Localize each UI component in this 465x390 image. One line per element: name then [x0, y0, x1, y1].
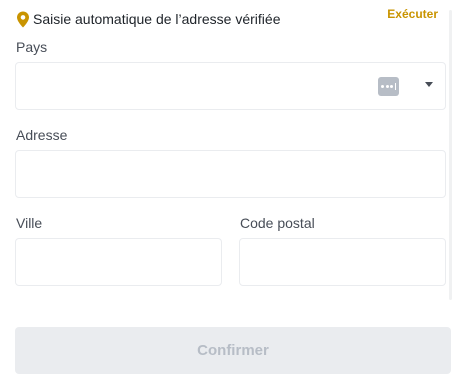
- autofill-notice: Saisie automatique de l’adresse vérifiée…: [16, 7, 440, 30]
- scrollbar[interactable]: [449, 10, 452, 300]
- city-label: Ville: [16, 215, 43, 231]
- address-label: Adresse: [16, 127, 68, 143]
- location-pin-icon: [17, 11, 29, 28]
- city-input[interactable]: [15, 238, 222, 286]
- country-label: Pays: [16, 39, 48, 55]
- postal-code-input[interactable]: [239, 238, 446, 286]
- country-select[interactable]: [15, 62, 446, 110]
- password-manager-icon[interactable]: [378, 77, 399, 96]
- confirm-button[interactable]: Confirmer: [15, 327, 451, 374]
- postal-code-label: Code postal: [240, 215, 315, 231]
- autofill-text: Saisie automatique de l’adresse vérifiée: [33, 11, 281, 27]
- address-input[interactable]: [15, 150, 446, 198]
- caret-down-icon[interactable]: [425, 82, 433, 87]
- execute-link[interactable]: Exécuter: [387, 7, 438, 21]
